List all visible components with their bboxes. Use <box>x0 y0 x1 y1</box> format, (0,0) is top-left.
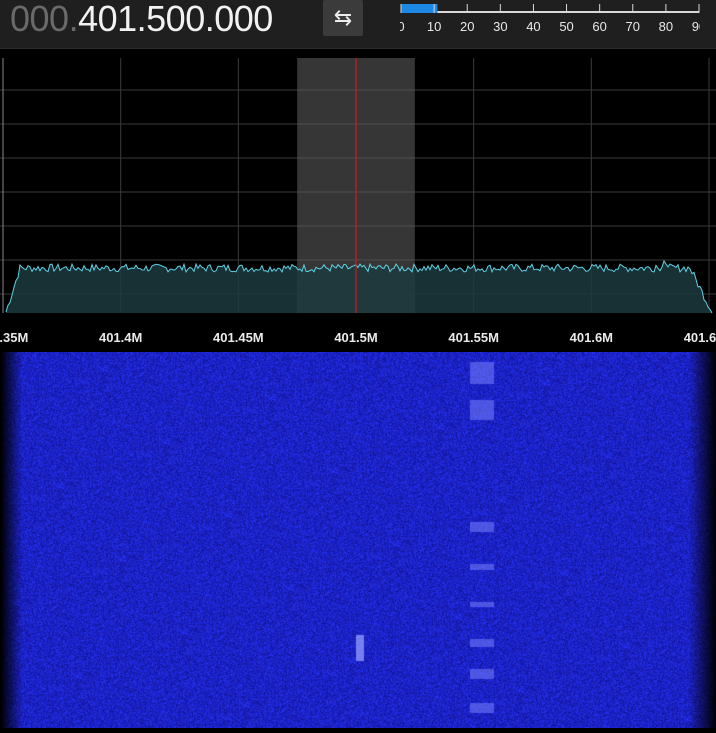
frequency-digits[interactable]: 401.500.000 <box>78 0 273 39</box>
waterfall-canvas[interactable] <box>0 352 716 728</box>
meter-tick-label: 20 <box>460 19 474 34</box>
frequency-leading-digits[interactable]: 000. <box>10 0 79 39</box>
meter-tick-label: 30 <box>493 19 507 34</box>
spectrum-plot[interactable]: 401.35M 401.4M 401.45M 401.5M 401.55M 401.6M 4… <box>0 58 716 352</box>
frequency-tick-label: 401.5M <box>334 330 377 345</box>
meter-track <box>401 11 699 13</box>
signal-level-meter: 0 10 20 30 40 50 60 70 80 90 <box>400 4 700 34</box>
frequency-tick-label: 401.35M <box>0 330 28 345</box>
frequency-tick-label: 401.45M <box>213 330 264 345</box>
frequency-tick-label: 401.55M <box>448 330 499 345</box>
meter-tick-label: 10 <box>427 19 441 34</box>
frequency-axis: 401.35M 401.4M 401.45M 401.5M 401.55M 401.6M 4… <box>0 330 716 345</box>
meter-tick-label: 70 <box>626 19 640 34</box>
meter-tick-label: 40 <box>526 19 540 34</box>
spectrum-fill <box>6 260 712 313</box>
frequency-tick-label: 401.4M <box>99 330 142 345</box>
meter-scale: 0 10 20 30 40 50 60 70 80 90 <box>400 4 700 34</box>
meter-tick-label: 90 <box>692 19 700 34</box>
top-toolbar: 000.401.500.000 ⇆ 0 10 20 30 40 50 60 70 80 90 <box>0 0 716 49</box>
meter-tick-label: 0 <box>400 19 405 34</box>
frequency-tick-label: 401.6M <box>570 330 613 345</box>
swap-button[interactable]: ⇆ <box>323 0 363 36</box>
frequency-display[interactable]: 000.401.500.000 <box>10 0 273 40</box>
waterfall-display[interactable] <box>0 352 716 728</box>
meter-tick-label: 80 <box>659 19 673 34</box>
meter-tick-label: 50 <box>559 19 573 34</box>
frequency-tick-label: 401.65M <box>684 330 716 345</box>
meter-level-bar <box>401 4 438 13</box>
swap-arrows-icon: ⇆ <box>333 5 353 30</box>
meter-tick-label: 60 <box>592 19 606 34</box>
